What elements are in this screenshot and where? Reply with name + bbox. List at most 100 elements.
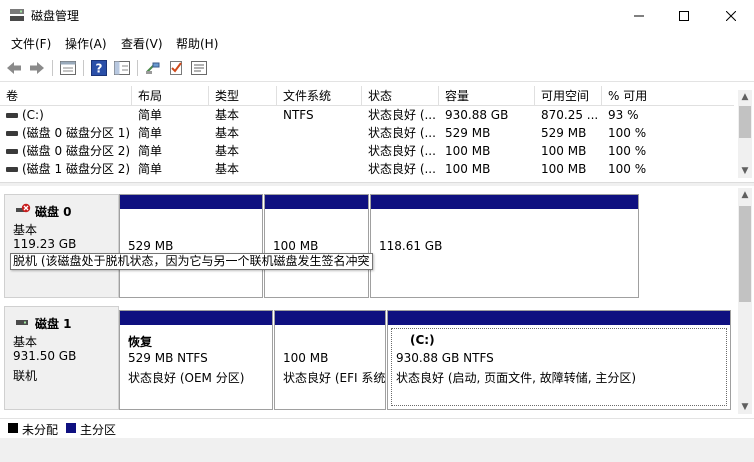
- disk-title: 磁盘 0: [35, 205, 72, 219]
- scroll-up-icon[interactable]: ▲: [738, 188, 752, 202]
- menu-help[interactable]: 帮助(H): [176, 35, 218, 52]
- toolbar-separator: [137, 60, 138, 76]
- volume-name: (C:): [22, 108, 44, 122]
- properties-button[interactable]: [58, 58, 78, 78]
- close-button[interactable]: [708, 0, 754, 31]
- volume-percent-free: 100 %: [608, 162, 647, 176]
- volume-status: 状态良好 (...: [368, 144, 436, 158]
- svg-text:?: ?: [96, 62, 103, 76]
- volume-filesystem: [277, 124, 362, 142]
- toolbar-separator: [52, 60, 53, 76]
- partition-bar: [120, 311, 272, 325]
- scroll-down-icon[interactable]: ▼: [738, 164, 752, 178]
- volume-type: 基本: [215, 144, 240, 158]
- volume-free-space: 100 MB: [541, 162, 587, 176]
- menu-view[interactable]: 查看(V): [121, 35, 163, 52]
- toolbar: ?: [0, 54, 754, 82]
- partition[interactable]: 118.61 GB: [370, 194, 639, 298]
- volume-row[interactable]: (磁盘 0 磁盘分区 1) 简单 基本 状态良好 (... 529 MB 529…: [0, 124, 734, 142]
- legend-primary-label: 主分区: [80, 423, 117, 437]
- legend-unallocated-label: 未分配: [22, 423, 59, 437]
- column-header-type[interactable]: 类型: [209, 86, 277, 106]
- toolbar-separator: [83, 60, 84, 76]
- disk-status: 联机: [13, 369, 38, 383]
- scroll-up-icon[interactable]: ▲: [738, 90, 752, 104]
- settings-panel-icon: [191, 61, 207, 75]
- disk-0-label[interactable]: 磁盘 0 基本 119.23 GB: [4, 194, 119, 298]
- volume-type: 基本: [215, 108, 240, 122]
- scrollbar-thumb[interactable]: [739, 106, 751, 138]
- partition-status: 状态良好 (启动, 页面文件, 故障转储, 主分区): [396, 371, 637, 385]
- check-button[interactable]: [166, 58, 186, 78]
- properties-list-icon: [60, 61, 76, 75]
- volume-filesystem: NTFS: [283, 108, 314, 122]
- volume-free-space: 529 MB: [541, 126, 587, 140]
- column-header-status[interactable]: 状态: [362, 86, 439, 106]
- partition-status: 状态良好 (OEM 分区): [128, 371, 245, 385]
- partition-size: 118.61 GB: [379, 239, 443, 253]
- partition-bar: [388, 311, 730, 325]
- disk-type: 基本: [13, 335, 38, 349]
- column-header-filesystem[interactable]: 文件系统: [277, 86, 362, 106]
- column-header-capacity[interactable]: 容量: [439, 86, 535, 106]
- column-header-volume[interactable]: 卷: [0, 86, 132, 106]
- volume-layout: 简单: [138, 144, 163, 158]
- volume-list: 卷 布局 类型 文件系统 状态 容量 可用空间 % 可用 (C:) 简单 基本 …: [0, 86, 754, 182]
- connect-button[interactable]: [143, 58, 163, 78]
- volume-list-scrollbar[interactable]: ▲ ▼: [738, 90, 752, 178]
- settings-button[interactable]: [189, 58, 209, 78]
- disk-1-label[interactable]: 磁盘 1 基本 931.50 GB 联机: [4, 306, 119, 410]
- partition-status: 状态良好 (EFI 系统: [283, 371, 386, 385]
- status-bar: [0, 438, 754, 462]
- help-button[interactable]: ?: [89, 58, 109, 78]
- forward-button[interactable]: [27, 58, 47, 78]
- partition-size: 100 MB: [283, 351, 329, 365]
- disk-view-scrollbar[interactable]: ▲ ▼: [738, 188, 752, 414]
- partition[interactable]: 100 MB: [264, 194, 369, 298]
- show-hide-tree-button[interactable]: [112, 58, 132, 78]
- back-arrow-icon: [7, 62, 21, 74]
- maximize-button[interactable]: [661, 0, 707, 31]
- column-header-percent-free[interactable]: % 可用: [602, 86, 734, 106]
- partition-size: 100 MB: [273, 239, 319, 253]
- menu-action[interactable]: 操作(A): [65, 35, 107, 52]
- column-header-layout[interactable]: 布局: [132, 86, 209, 106]
- volume-status: 状态良好 (...: [368, 162, 436, 176]
- volume-row[interactable]: (磁盘 1 磁盘分区 2) 简单 基本 状态良好 (... 100 MB 100…: [0, 160, 734, 178]
- partition[interactable]: 529 MB: [119, 194, 263, 298]
- partition-bar: [275, 311, 385, 325]
- offline-disk-icon: [16, 203, 31, 213]
- partition-name: (C:): [410, 333, 435, 347]
- selection-focus-rect: [391, 328, 727, 406]
- volume-free-space: 100 MB: [541, 144, 587, 158]
- back-button[interactable]: [4, 58, 24, 78]
- volume-name: (磁盘 0 磁盘分区 2): [22, 144, 131, 158]
- volume-list-header: 卷 布局 类型 文件系统 状态 容量 可用空间 % 可用: [0, 86, 734, 106]
- partition-recovery[interactable]: 恢复 529 MB NTFS 状态良好 (OEM 分区): [119, 310, 273, 410]
- disk-management-app-icon: [10, 9, 24, 21]
- volume-filesystem: [277, 160, 362, 178]
- column-header-free-space[interactable]: 可用空间: [535, 86, 602, 106]
- scrollbar-thumb[interactable]: [739, 206, 751, 302]
- partition-c[interactable]: (C:) 930.88 GB NTFS 状态良好 (启动, 页面文件, 故障转储…: [387, 310, 731, 410]
- partition-efi[interactable]: 100 MB 状态良好 (EFI 系统: [274, 310, 386, 410]
- legend: 未分配 主分区: [0, 418, 754, 438]
- window-title: 磁盘管理: [31, 9, 80, 23]
- scroll-down-icon[interactable]: ▼: [738, 400, 752, 414]
- help-icon: ?: [91, 60, 107, 76]
- volume-name: (磁盘 0 磁盘分区 1): [22, 126, 131, 140]
- volume-free-space: 870.25 ...: [541, 108, 599, 122]
- volume-row[interactable]: (磁盘 0 磁盘分区 2) 简单 基本 状态良好 (... 100 MB 100…: [0, 142, 734, 160]
- menu-file[interactable]: 文件(F): [11, 35, 51, 52]
- disk-graphical-view: 磁盘 0 基本 119.23 GB 529 MB 100 MB 118.61 G…: [0, 186, 754, 416]
- legend-unallocated-swatch: [8, 423, 18, 433]
- minimize-button[interactable]: [616, 0, 662, 31]
- disk-size: 931.50 GB: [13, 349, 77, 363]
- connect-disk-icon: [146, 62, 160, 74]
- title-bar: 磁盘管理: [0, 0, 754, 31]
- disk-1-partitions: 恢复 529 MB NTFS 状态良好 (OEM 分区) 100 MB 状态良好…: [119, 310, 733, 410]
- partition-bar: [265, 195, 368, 209]
- volume-row[interactable]: (C:) 简单 基本 NTFS 状态良好 (... 930.88 GB 870.…: [0, 106, 734, 124]
- volume-type: 基本: [215, 126, 240, 140]
- volume-percent-free: 100 %: [608, 144, 647, 158]
